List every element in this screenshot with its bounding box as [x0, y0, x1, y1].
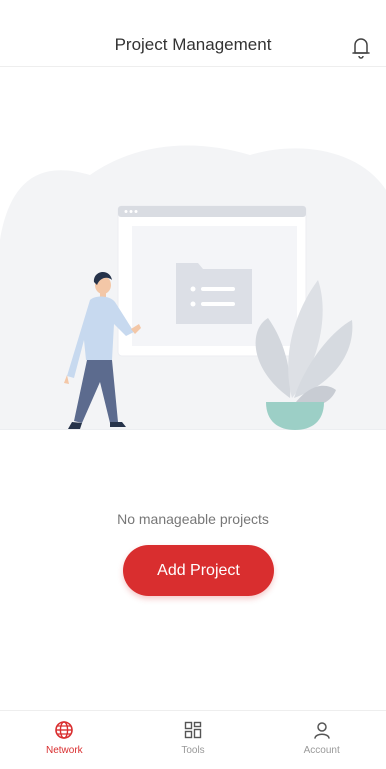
- empty-projects-illustration: [0, 145, 386, 430]
- add-project-button[interactable]: Add Project: [123, 545, 274, 596]
- bell-icon[interactable]: [350, 34, 372, 60]
- header-bar: Project Management: [0, 10, 386, 67]
- app-screen: Project Management No manageable project…: [0, 0, 386, 769]
- tab-label-tools: Tools: [181, 745, 205, 756]
- tab-label-account: Account: [303, 745, 340, 756]
- page-title: Project Management: [114, 35, 272, 54]
- globe-icon: [55, 721, 74, 739]
- bottom-tab-bar: Network Tools Account: [0, 710, 386, 769]
- tab-label-network: Network: [45, 745, 83, 756]
- tab-account[interactable]: Account: [257, 711, 386, 769]
- grid-icon: [184, 721, 202, 739]
- person-icon: [313, 722, 330, 739]
- tab-network[interactable]: Network: [0, 711, 129, 769]
- empty-state-message: No manageable projects: [117, 511, 269, 527]
- tab-tools[interactable]: Tools: [129, 711, 258, 769]
